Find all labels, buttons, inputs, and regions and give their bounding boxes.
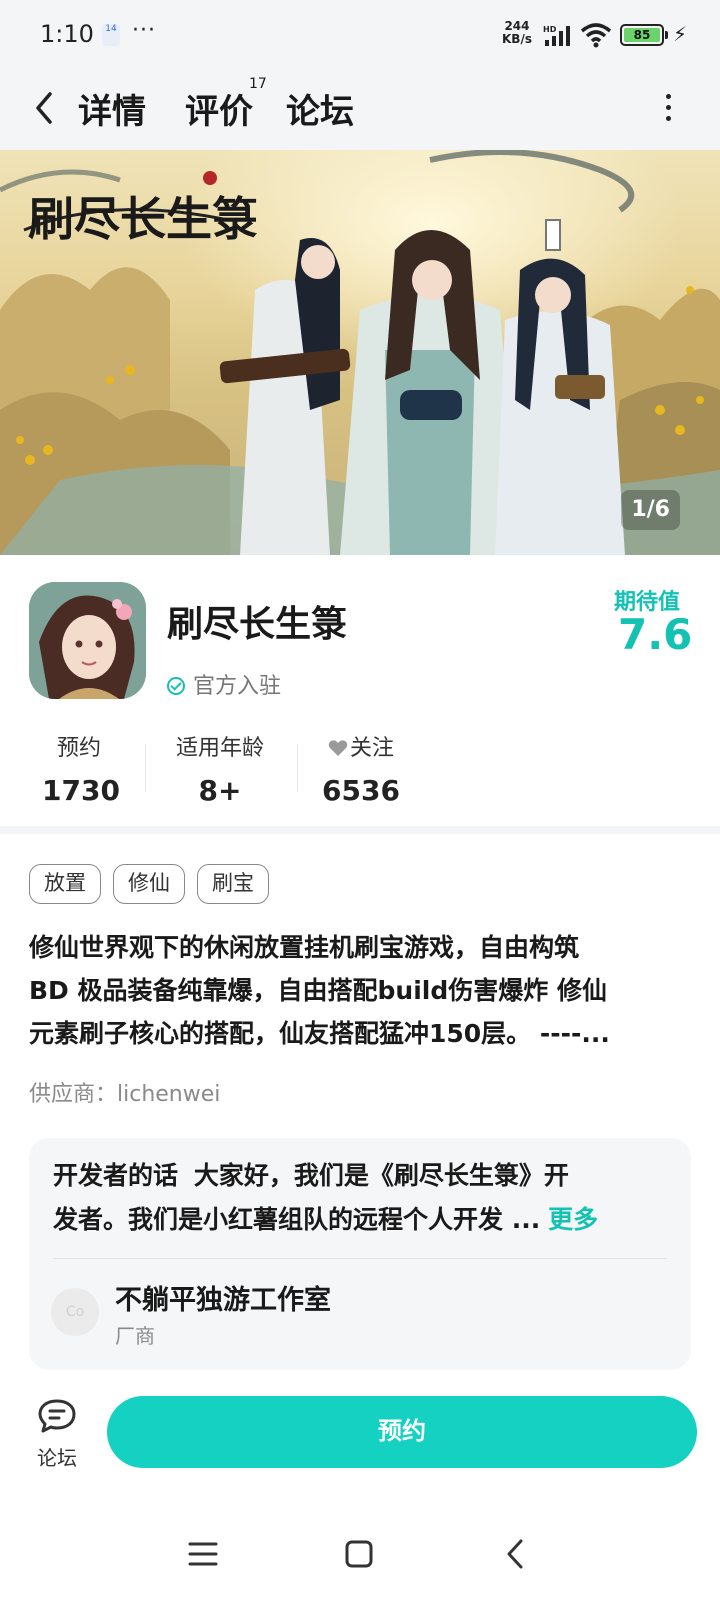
description-line: BD 极品装备纯靠爆，自由搭配build伤害爆炸 修仙 <box>29 976 607 1005</box>
status-bar: 1:10 14 ··· 244 KB/s HD 85 ⚡ <box>0 0 720 70</box>
stat-followers[interactable]: 关注 6536 <box>318 730 404 802</box>
official-label: 官方入驻 <box>193 674 282 699</box>
tab-forum[interactable]: 论坛 <box>286 84 354 133</box>
calendar-notification-icon: 14 <box>102 24 120 46</box>
tag-chip[interactable]: 修仙 <box>113 864 185 904</box>
stats-row: 预约 1730 适用年龄 8+ 关注 6536 <box>0 730 720 802</box>
back-icon[interactable] <box>496 1534 536 1574</box>
card-divider <box>53 1258 667 1259</box>
stat-age: 适用年龄 8+ <box>168 730 272 802</box>
forum-button[interactable]: 论坛 <box>28 1398 86 1472</box>
stat-reservations-value: 1730 <box>42 774 120 802</box>
system-navigation-bar <box>0 1510 720 1600</box>
forum-chat-icon <box>38 1399 76 1433</box>
net-speed: 244 KB/s <box>502 20 532 46</box>
signal-hd-label: HD <box>543 25 557 34</box>
banner-logo-text: 刷尽长生箓 <box>28 192 258 246</box>
game-title: 刷尽长生箓 <box>167 604 348 645</box>
developer-message-line: 开发者的话 大家好，我们是《刷尽长生箓》开 <box>53 1154 673 1198</box>
verified-check-icon <box>167 677 185 695</box>
studio-role: 厂商 <box>115 1324 155 1348</box>
developer-message-text: 大家好，我们是《刷尽长生箓》开 <box>193 1161 569 1190</box>
home-icon[interactable] <box>339 1534 379 1574</box>
battery-tip <box>665 31 668 39</box>
developer-message: 开发者的话 大家好，我们是《刷尽长生箓》开 发者。我们是小红薯组队的远程个人开发… <box>53 1154 673 1242</box>
tab-details-label: 详情 <box>78 92 146 132</box>
net-speed-unit: KB/s <box>502 32 532 46</box>
description-line: 元素刷子核心的搭配，仙友搭配猛冲150层。 ----... <box>29 1019 610 1048</box>
official-badge: 官方入驻 <box>167 668 281 700</box>
tab-forum-label: 论坛 <box>286 92 354 132</box>
stat-followers-label-row: 关注 <box>318 730 404 762</box>
stat-age-label: 适用年龄 <box>175 736 264 761</box>
charging-icon: ⚡ <box>673 22 688 46</box>
developer-message-line: 发者。我们是小红薯组队的远程个人开发 ... 更多 <box>53 1198 673 1242</box>
heart-icon <box>328 740 348 756</box>
top-nav: 详情 评价 17 论坛 <box>0 70 720 150</box>
cell-signal-icon: HD <box>543 25 570 46</box>
battery-level: 85 <box>624 28 660 42</box>
tag-chip[interactable]: 放置 <box>29 864 101 904</box>
stat-divider <box>145 744 146 792</box>
more-link[interactable]: 更多 <box>548 1205 598 1234</box>
stat-divider <box>297 744 298 792</box>
tag-list: 放置 修仙 刷宝 <box>29 864 269 904</box>
status-time: 1:10 <box>40 20 94 48</box>
banner-artwork: 刷尽长生箓 <box>0 150 720 555</box>
forum-button-label: 论坛 <box>37 1446 77 1470</box>
more-notifications-icon: ··· <box>132 18 156 43</box>
tab-reviews-label: 评价 <box>185 92 253 132</box>
tab-reviews[interactable]: 评价 17 <box>185 76 267 133</box>
stat-age-value: 8+ <box>198 774 242 802</box>
stat-reservations-label: 预约 <box>56 736 101 761</box>
description-line: 修仙世界观下的休闲放置挂机刷宝游戏，自由构筑 <box>29 933 580 962</box>
studio-name[interactable]: 不躺平独游工作室 <box>115 1278 331 1317</box>
supplier-info: 供应商：lichenwei <box>29 1082 221 1107</box>
battery-icon: 85 <box>620 24 664 46</box>
app-icon <box>29 582 146 699</box>
tab-details[interactable]: 详情 <box>76 84 148 133</box>
more-options-icon[interactable] <box>660 90 676 130</box>
studio-avatar[interactable]: Co <box>51 1288 99 1336</box>
stat-followers-value: 6536 <box>322 774 400 802</box>
expectation-score: 7.6 <box>618 610 693 659</box>
section-divider <box>0 826 720 834</box>
menu-icon[interactable] <box>183 1534 223 1574</box>
banner-page-counter: 1/6 <box>621 490 680 530</box>
game-description[interactable]: 修仙世界观下的休闲放置挂机刷宝游戏，自由构筑 BD 极品装备纯靠爆，自由搭配bu… <box>29 926 689 1055</box>
review-count: 17 <box>249 76 267 92</box>
back-arrow-icon[interactable] <box>28 86 68 130</box>
developer-heading: 开发者的话 <box>53 1161 179 1190</box>
stat-followers-label: 关注 <box>349 736 394 761</box>
developer-card[interactable]: 开发者的话 大家好，我们是《刷尽长生箓》开 发者。我们是小红薯组队的远程个人开发… <box>29 1138 691 1370</box>
tag-chip[interactable]: 刷宝 <box>197 864 269 904</box>
app-icon-art <box>29 582 146 699</box>
hero-banner[interactable]: 刷尽长生箓 1/6 <box>0 150 720 555</box>
developer-message-text: 发者。我们是小红薯组队的远程个人开发 ... <box>53 1205 541 1234</box>
reserve-button[interactable]: 预约 <box>107 1396 697 1468</box>
wifi-icon <box>580 23 612 48</box>
stat-reservations: 预约 1730 <box>42 730 120 802</box>
